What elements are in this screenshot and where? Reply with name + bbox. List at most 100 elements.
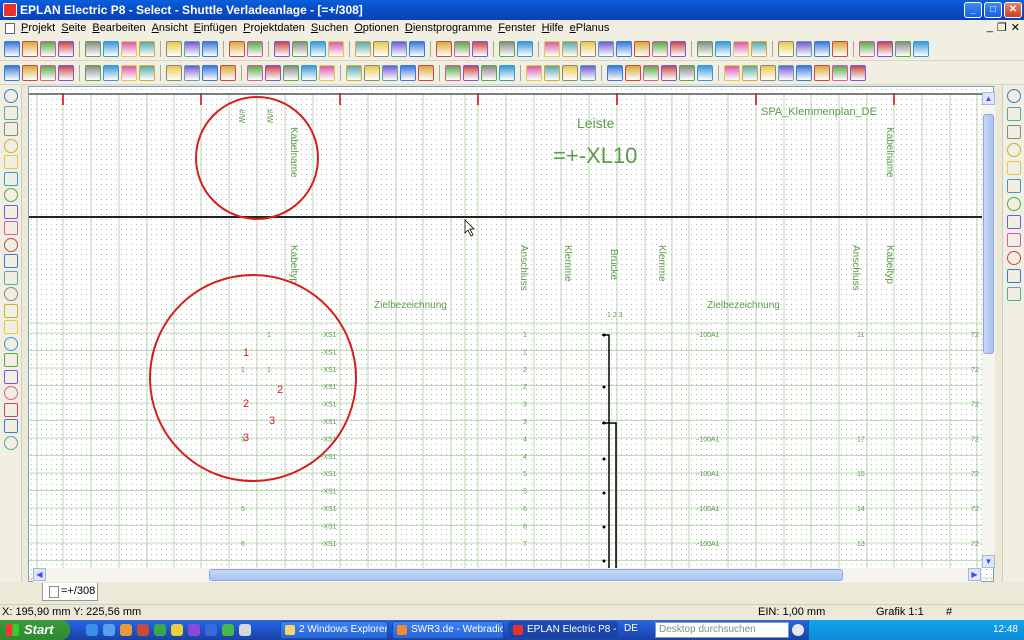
drawing-tool-icon[interactable] — [4, 336, 18, 351]
toolbar-tool-icon[interactable] — [436, 40, 452, 57]
mdi-restore-button[interactable]: ❐ — [997, 21, 1007, 34]
scroll-left-arrow[interactable]: ◀ — [33, 568, 46, 581]
close-button[interactable]: ✕ — [1004, 2, 1022, 18]
toolbar-tool-icon[interactable] — [481, 64, 497, 81]
drawing-tool-icon[interactable] — [4, 303, 18, 318]
quicklaunch-firefox-icon[interactable] — [120, 624, 132, 636]
toolbar-tool-icon[interactable] — [796, 64, 812, 81]
drawing-tool-icon[interactable] — [4, 171, 18, 186]
toolbar-tool-icon[interactable] — [319, 64, 335, 81]
toolbar-tool-icon[interactable] — [202, 40, 218, 57]
quicklaunch-app-icon[interactable] — [137, 624, 149, 636]
toolbar-tool-icon[interactable] — [166, 64, 182, 81]
toolbar-tool-icon[interactable] — [85, 40, 101, 57]
quicklaunch-app-icon[interactable] — [154, 624, 166, 636]
toolbar-tool-icon[interactable] — [832, 40, 848, 57]
drawing-tool-icon[interactable] — [1007, 251, 1021, 265]
quicklaunch-app-icon[interactable] — [188, 624, 200, 636]
toolbar-tool-icon[interactable] — [544, 40, 560, 57]
toolbar-tool-icon[interactable] — [445, 64, 461, 81]
drawing-tool-icon[interactable] — [1007, 197, 1021, 211]
toolbar-tool-icon[interactable] — [103, 64, 119, 81]
toolbar-tool-icon[interactable] — [409, 40, 425, 57]
drawing-tool-icon[interactable] — [4, 287, 18, 301]
toolbar-tool-icon[interactable] — [715, 40, 731, 57]
toolbar-tool-icon[interactable] — [103, 40, 119, 57]
drawing-tool-icon[interactable] — [4, 204, 18, 219]
toolbar-tool-icon[interactable] — [121, 40, 137, 57]
toolbar-tool-icon[interactable] — [580, 64, 596, 81]
drawing-tool-icon[interactable] — [4, 270, 18, 285]
quicklaunch-ie-icon[interactable] — [86, 624, 98, 636]
toolbar-tool-icon[interactable] — [859, 40, 875, 57]
toolbar-tool-icon[interactable] — [652, 40, 668, 57]
menu-optionen[interactable]: Optionen — [351, 20, 402, 37]
toolbar-tool-icon[interactable] — [850, 64, 866, 81]
drawing-tool-icon[interactable] — [1007, 233, 1021, 247]
toolbar-tool-icon[interactable] — [697, 64, 713, 81]
toolbar-tool-icon[interactable] — [499, 64, 515, 81]
drawing-tool-icon[interactable] — [1007, 269, 1021, 283]
toolbar-tool-icon[interactable] — [670, 40, 686, 57]
toolbar-tool-icon[interactable] — [643, 64, 659, 81]
toolbar-tool-icon[interactable] — [373, 40, 389, 57]
drawing-tool-icon[interactable] — [4, 221, 18, 235]
toolbar-tool-icon[interactable] — [4, 64, 20, 81]
drawing-tool-icon[interactable] — [1007, 215, 1021, 229]
maximize-button[interactable]: □ — [984, 2, 1002, 18]
terminal-diagram[interactable]: SPA_Klemmenplan_DE Leiste =+-XL10 Kabeln… — [29, 87, 994, 582]
toolbar-tool-icon[interactable] — [382, 64, 398, 81]
drawing-tool-icon[interactable] — [1007, 107, 1021, 121]
title-bar[interactable]: EPLAN Electric P8 - Select - Shuttle Ver… — [0, 0, 1024, 20]
document-icon[interactable] — [5, 23, 15, 34]
toolbar-tool-icon[interactable] — [562, 40, 578, 57]
toolbar-tool-icon[interactable] — [166, 40, 182, 57]
scroll-down-arrow[interactable]: ▼ — [982, 555, 995, 568]
search-icon[interactable] — [792, 624, 804, 636]
toolbar-tool-icon[interactable] — [562, 64, 578, 81]
drawing-tool-icon[interactable] — [1007, 161, 1021, 175]
toolbar-tool-icon[interactable] — [679, 64, 695, 81]
toolbar-tool-icon[interactable] — [274, 40, 290, 57]
drawing-tool-icon[interactable] — [1007, 287, 1021, 301]
toolbar-tool-icon[interactable] — [346, 64, 362, 81]
drawing-tool-icon[interactable] — [4, 369, 18, 384]
drawing-tool-icon[interactable] — [4, 353, 18, 367]
drawing-tool-icon[interactable] — [4, 89, 18, 103]
eplan-app-icon[interactable] — [3, 3, 17, 17]
mdi-close-button[interactable]: ✕ — [1011, 21, 1020, 34]
toolbar-tool-icon[interactable] — [778, 64, 794, 81]
menu-projektdaten[interactable]: Projektdaten — [240, 20, 308, 37]
drawing-tool-icon[interactable] — [1007, 179, 1021, 193]
toolbar-tool-icon[interactable] — [913, 40, 929, 57]
toolbar-tool-icon[interactable] — [499, 40, 515, 57]
horizontal-scroll-thumb[interactable] — [209, 569, 843, 581]
desktop-search-input[interactable]: Desktop durchsuchen — [655, 622, 789, 638]
drawing-tool-icon[interactable] — [4, 386, 18, 400]
scroll-right-arrow[interactable]: ▶ — [968, 568, 981, 581]
menu-hilfe[interactable]: Hilfe — [539, 20, 567, 37]
toolbar-tool-icon[interactable] — [796, 40, 812, 57]
mdi-minimize-button[interactable]: _ — [987, 21, 993, 34]
toolbar-tool-icon[interactable] — [265, 64, 281, 81]
toolbar-tool-icon[interactable] — [391, 40, 407, 57]
toolbar-tool-icon[interactable] — [121, 64, 137, 81]
drawing-tool-icon[interactable] — [4, 254, 18, 268]
toolbar-tool-icon[interactable] — [526, 64, 542, 81]
toolbar-tool-icon[interactable] — [472, 40, 488, 57]
start-button[interactable]: Start — [0, 620, 70, 640]
toolbar-tool-icon[interactable] — [814, 40, 830, 57]
quicklaunch-desktop-icon[interactable] — [103, 624, 115, 636]
toolbar-tool-icon[interactable] — [22, 40, 38, 57]
drawing-tool-icon[interactable] — [4, 122, 18, 136]
quicklaunch-app-icon[interactable] — [239, 624, 251, 636]
toolbar-tool-icon[interactable] — [310, 40, 326, 57]
menu-seite[interactable]: Seite — [58, 20, 89, 37]
toolbar-tool-icon[interactable] — [328, 40, 344, 57]
toolbar-tool-icon[interactable] — [22, 64, 38, 81]
scroll-up-arrow[interactable]: ▲ — [982, 92, 995, 105]
toolbar-tool-icon[interactable] — [895, 40, 911, 57]
drawing-tool-icon[interactable] — [4, 188, 18, 202]
toolbar-tool-icon[interactable] — [58, 40, 74, 57]
toolbar-tool-icon[interactable] — [139, 40, 155, 57]
